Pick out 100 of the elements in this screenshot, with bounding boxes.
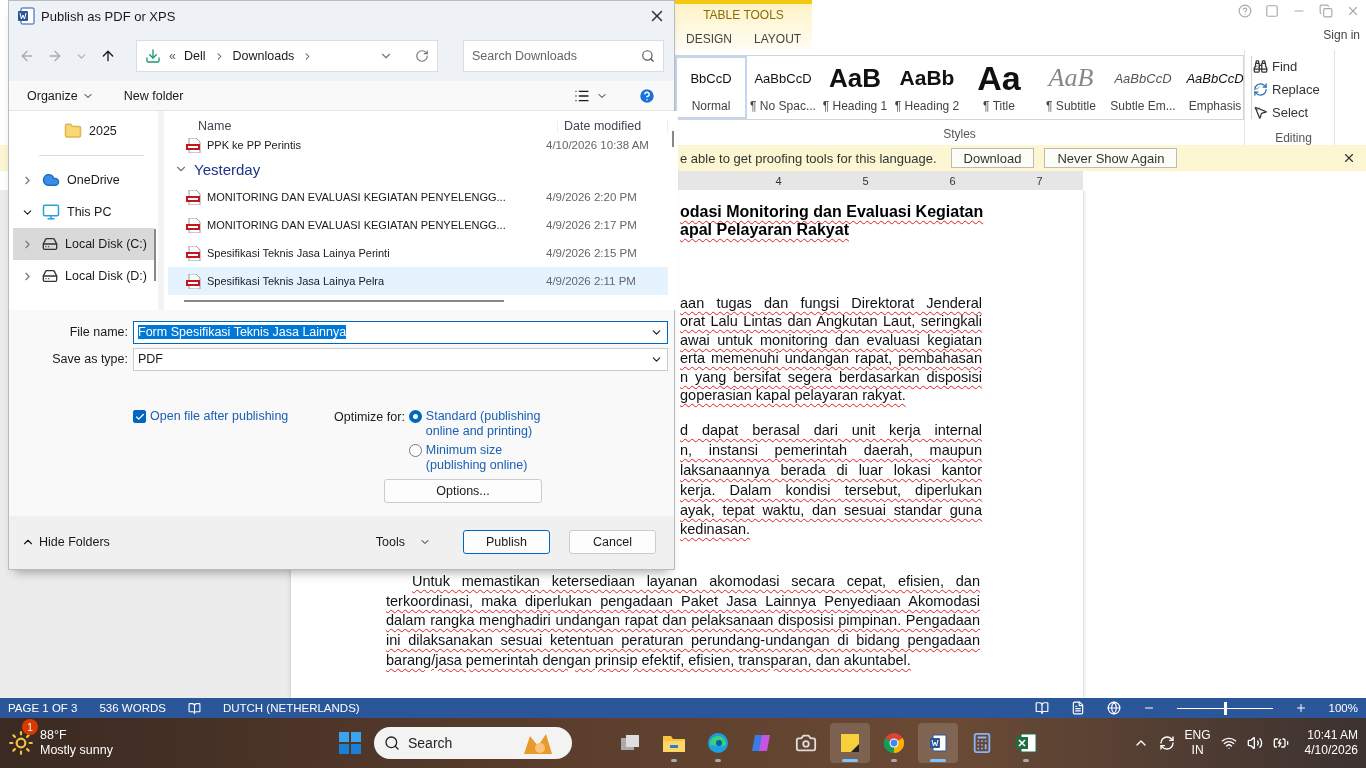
pointer-icon	[1253, 105, 1268, 120]
file-row[interactable]: MONITORING DAN EVALUASI KEGIATAN PENYELENGG... 4/9/2026 2:20 PM	[168, 183, 668, 212]
download-icon	[145, 48, 161, 65]
file-row[interactable]: MONITORING DAN EVALUASI KEGIATAN PENYELENGG... 4/9/2026 2:17 PM	[168, 211, 668, 240]
pdf-file-icon	[186, 190, 201, 205]
editing-button[interactable]: Find	[1253, 55, 1334, 78]
column-header[interactable]: Name	[168, 119, 558, 134]
wifi-icon[interactable]	[1220, 735, 1237, 751]
spreadsheet-icon	[1015, 732, 1037, 754]
style-tile[interactable]: AaBb ¶ Heading 2	[891, 56, 963, 119]
column-header[interactable]: Date modified	[558, 119, 668, 134]
file-row[interactable]: PPK ke PP Perintis 4/10/2026 10:38 AM	[168, 135, 668, 156]
nav-item[interactable]: OneDrive	[13, 164, 154, 197]
style-tile[interactable]: AaB ¶ Subtitle	[1035, 56, 1107, 119]
proofing-icon[interactable]	[187, 701, 201, 715]
radio-label[interactable]: Minimum size (publishing online)	[425, 443, 544, 474]
language-switcher[interactable]: ENG IN	[1184, 728, 1211, 758]
style-tile[interactable]: AaBbCcD Subtle Em...	[1107, 56, 1179, 119]
text-line: laksanaannya berada di luar lokasi kantor	[680, 460, 982, 480]
checkbox[interactable]	[133, 410, 146, 424]
calculator-icon	[971, 732, 993, 754]
zoom-thumb[interactable]	[1223, 701, 1227, 715]
start-icon[interactable]	[338, 731, 362, 755]
radio-label[interactable]: Standard (publishing online and printing)	[425, 409, 544, 440]
zoom-level[interactable]: 100%	[1328, 702, 1358, 714]
taskbar-app[interactable]	[918, 723, 958, 763]
volume-icon[interactable]	[1246, 735, 1263, 751]
ribbon-tab[interactable]: DESIGN	[675, 28, 743, 50]
file-row[interactable]: Spesifikasi Teknis Jasa Lainya Perinti 4/9/2026 2:15 PM	[168, 239, 668, 268]
path-overflow[interactable]: «	[169, 49, 176, 64]
message-button[interactable]: Never Show Again	[1044, 148, 1178, 168]
radio-button[interactable]	[408, 444, 422, 458]
cancel-button[interactable]: Cancel	[569, 530, 656, 555]
field-label: Save as type:	[51, 352, 129, 367]
sign-in-link[interactable]: Sign in	[1323, 28, 1360, 42]
pdf-file-icon	[186, 246, 201, 261]
close-icon[interactable]	[1342, 151, 1356, 165]
zoom-in-icon[interactable]	[1294, 702, 1307, 714]
heading-line: odasi Monitoring dan Evaluasi Kegiatan	[680, 203, 982, 221]
drive-icon	[42, 268, 58, 285]
file-row[interactable]: Spesifikasi Teknis Jasa Lainya Pelra 4/9/2026 2:11 PM	[168, 267, 668, 296]
message-button[interactable]: Download	[950, 148, 1035, 168]
sticky-note-icon	[839, 732, 861, 754]
refresh-icon[interactable]	[415, 49, 429, 64]
style-tile[interactable]: AaBbCcD Emphasis	[1179, 56, 1251, 119]
word-count[interactable]: 536 WORDS	[99, 702, 166, 714]
document-app-icon	[929, 734, 947, 752]
search-field[interactable]: Search Downloads	[463, 40, 664, 73]
style-tile[interactable]: Aa ¶ Title	[963, 56, 1035, 119]
search-field[interactable]: Search	[374, 727, 572, 759]
message-text: e able to get proofing tools for this language.	[680, 150, 937, 166]
breadcrumb[interactable]: Dell	[183, 49, 206, 64]
nav-item[interactable]: 2025	[13, 115, 154, 148]
clock[interactable]: 10:41 AM 4/10/2026	[1304, 728, 1358, 758]
replace-icon	[1253, 82, 1268, 97]
search-icon[interactable]	[641, 49, 655, 64]
editing-button[interactable]: Replace	[1253, 78, 1334, 101]
taskbar-app[interactable]	[830, 723, 870, 763]
drive-icon	[42, 236, 58, 253]
browser-icon	[706, 731, 730, 755]
tools-button[interactable]: Tools	[375, 535, 431, 550]
style-tile[interactable]: AaB ¶ Heading 1	[819, 56, 891, 119]
read-mode-icon[interactable]	[1034, 701, 1049, 715]
hide-folders-button[interactable]: Hide Folders	[21, 535, 110, 550]
radio-button[interactable]	[408, 410, 422, 424]
page-count[interactable]: PAGE 1 OF 3	[8, 702, 78, 714]
nav-item[interactable]: Local Disk (C:)	[13, 228, 154, 261]
publish-button[interactable]: Publish	[463, 530, 550, 555]
group-header[interactable]: Yesterday	[168, 155, 668, 184]
pdf-file-icon	[186, 274, 201, 289]
battery-icon[interactable]	[1272, 735, 1289, 751]
nav-item[interactable]: Local Disk (D:)	[13, 260, 154, 293]
file-name-field[interactable]: Form Spesifikasi Teknis Jasa Lainnya	[133, 320, 668, 344]
breadcrumb[interactable]: Downloads	[232, 49, 295, 64]
print-layout-icon[interactable]	[1070, 701, 1085, 715]
web-layout-icon[interactable]	[1106, 701, 1121, 715]
contextual-group-label: TABLE TOOLS	[702, 7, 785, 24]
sync-icon[interactable]	[1158, 735, 1175, 751]
text-line: kedinasan.	[680, 520, 752, 540]
field-label: File name:	[68, 325, 129, 340]
style-tile[interactable]: BbCcD Normal	[675, 56, 747, 119]
ruler-number: 5	[862, 174, 869, 187]
language-indicator[interactable]: DUTCH (NETHERLANDS)	[222, 702, 360, 714]
file-type-dropdown[interactable]: PDF	[133, 347, 668, 371]
ribbon-tab[interactable]: LAYOUT	[743, 28, 813, 50]
options-button[interactable]: Options...	[384, 479, 542, 504]
toolbar-button[interactable]: Organize	[27, 88, 94, 103]
checkbox-label[interactable]: Open file after publishing	[150, 409, 289, 425]
toolbar-button[interactable]: New folder	[123, 88, 184, 103]
address-bar[interactable]: « Dell Downloads	[136, 40, 438, 73]
nav-item[interactable]: This PC	[13, 196, 154, 229]
editing-button[interactable]: Select	[1253, 101, 1334, 124]
text-line: n, instansi pemerintah daerah, maupun	[680, 441, 982, 461]
weather-icon[interactable]	[8, 730, 34, 756]
style-tile[interactable]: AaBbCcD ¶ No Spac...	[747, 56, 819, 119]
text-line: kerja. Dalam kondisi tersebut, diperlukan	[680, 480, 982, 500]
text-line: orat Lalu Lintas dan Angkutan Laut, seringkali	[680, 312, 982, 331]
notification-badge: 1	[22, 719, 38, 735]
temperature: 88°F	[40, 728, 68, 743]
text-line: d dapat berasal dari unit kerja internal	[680, 421, 982, 441]
